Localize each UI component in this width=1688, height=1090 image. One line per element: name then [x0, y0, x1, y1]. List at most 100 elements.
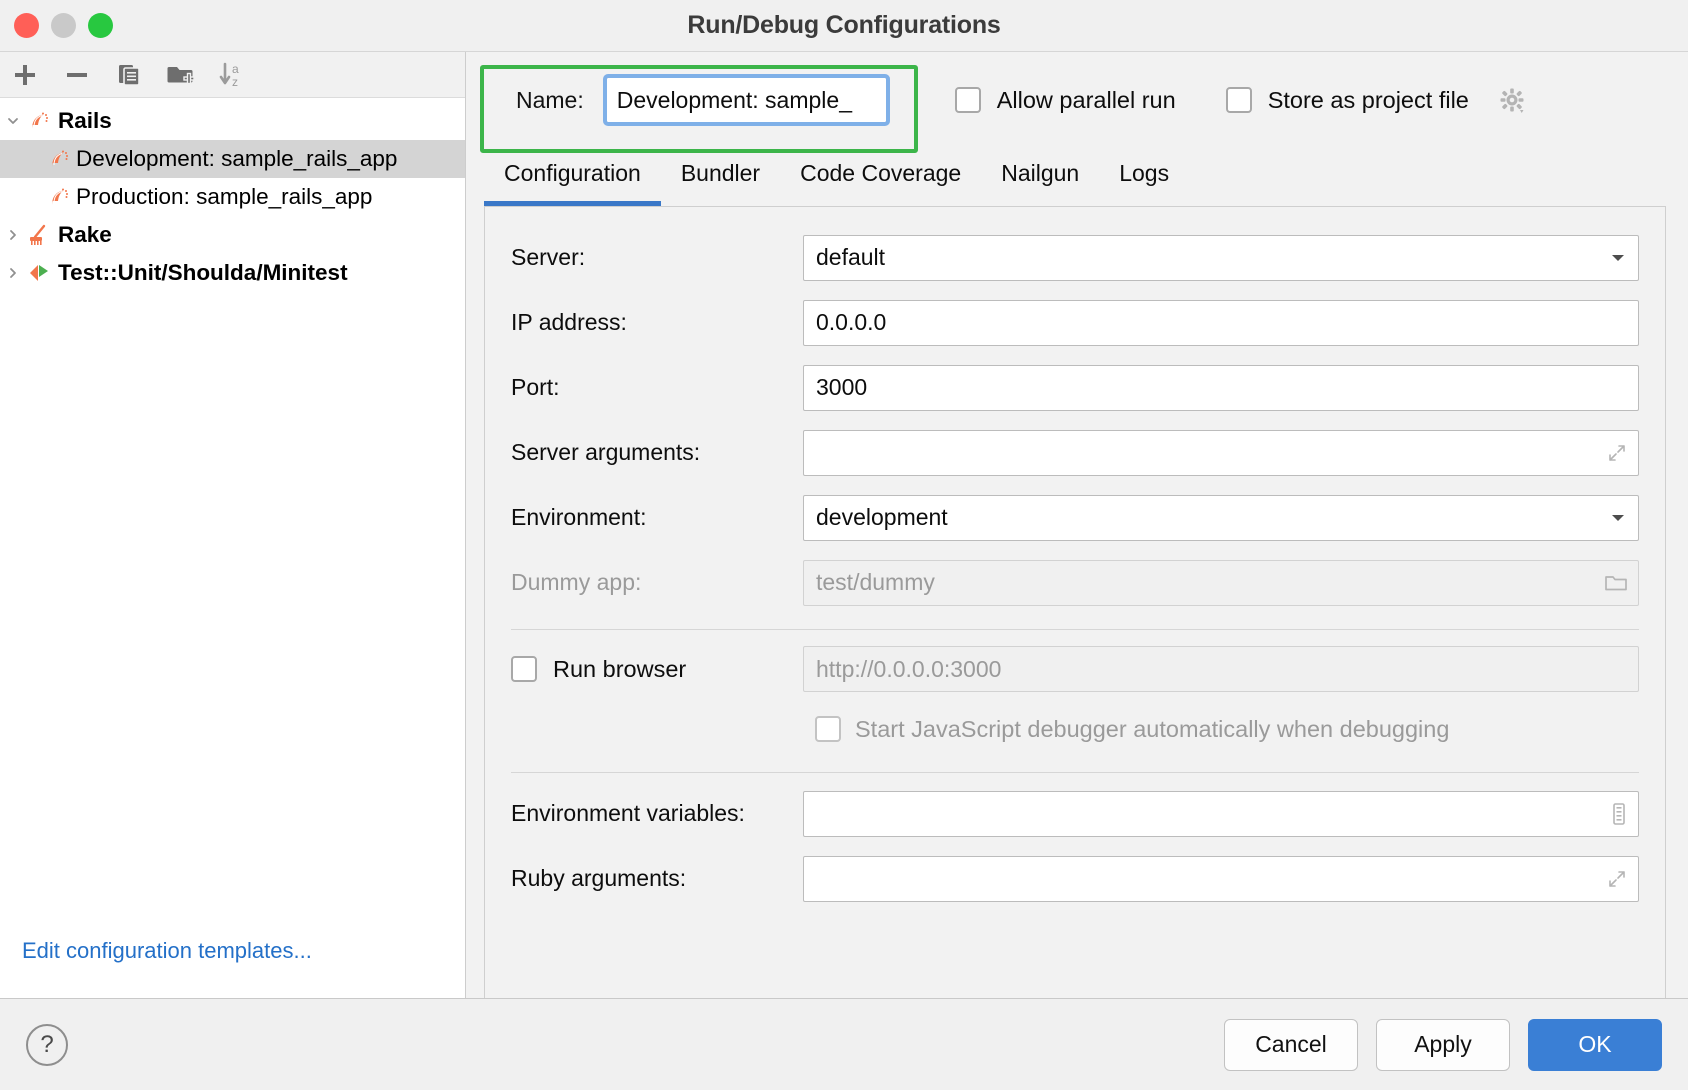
tree-item-rails[interactable]: Rails	[0, 102, 465, 140]
ip-address-label: IP address:	[511, 309, 803, 336]
store-as-project-file-checkbox[interactable]	[1226, 87, 1252, 113]
ruby-arguments-row: Ruby arguments:	[511, 846, 1639, 911]
start-js-debugger-label: Start JavaScript debugger automatically …	[855, 716, 1449, 743]
new-folder-button[interactable]	[166, 60, 196, 90]
chevron-down-icon[interactable]	[1608, 511, 1628, 525]
copy-configuration-button[interactable]	[114, 60, 144, 90]
ip-address-input[interactable]: 0.0.0.0	[803, 300, 1639, 346]
expand-icon[interactable]	[1606, 442, 1628, 464]
server-select[interactable]: default	[803, 235, 1639, 281]
rails-icon	[44, 184, 74, 210]
add-configuration-button[interactable]	[10, 60, 40, 90]
tab-code-coverage[interactable]: Code Coverage	[780, 160, 981, 206]
rails-icon	[44, 146, 74, 172]
sort-az-icon: a z	[218, 61, 248, 89]
svg-text:a: a	[232, 62, 239, 76]
dummy-app-input: test/dummy	[803, 560, 1639, 606]
zoom-button[interactable]	[88, 13, 113, 38]
tree-item-test-unit-shoulda-minitest[interactable]: Test::Unit/Shoulda/Minitest	[0, 254, 465, 292]
cancel-button[interactable]: Cancel	[1224, 1019, 1358, 1071]
remove-configuration-button[interactable]	[62, 60, 92, 90]
store-as-project-file-settings-button[interactable]	[1497, 85, 1527, 115]
run-browser-label: Run browser	[553, 656, 686, 683]
server-arguments-label: Server arguments:	[511, 439, 803, 466]
dialog-footer: ? Cancel Apply OK	[0, 998, 1688, 1090]
sort-configurations-button[interactable]: a z	[218, 60, 248, 90]
start-js-debugger-option: Start JavaScript debugger automatically …	[803, 716, 1449, 743]
tree-item-label: Development: sample_rails_app	[76, 146, 397, 172]
environment-value: development	[816, 504, 948, 531]
environment-label: Environment:	[511, 504, 803, 531]
allow-parallel-run-checkbox[interactable]	[955, 87, 981, 113]
run-browser-option[interactable]: Run browser	[511, 656, 803, 683]
run-browser-row: Run browser http://0.0.0.0:3000	[511, 638, 1639, 700]
expand-icon[interactable]	[1606, 868, 1628, 890]
port-value: 3000	[816, 374, 867, 401]
dialog-buttons: Cancel Apply OK	[1224, 1019, 1662, 1071]
ip-address-value: 0.0.0.0	[816, 309, 886, 336]
configuration-panel: Name: Development: sample_ Allow paralle…	[466, 52, 1688, 998]
start-js-debugger-checkbox	[815, 716, 841, 742]
environment-variables-label: Environment variables:	[511, 800, 803, 827]
minimize-button[interactable]	[51, 13, 76, 38]
tab-configuration[interactable]: Configuration	[484, 160, 661, 206]
chevron-down-icon[interactable]	[1608, 251, 1628, 265]
dummy-app-value: test/dummy	[816, 569, 935, 596]
ip-address-row: IP address: 0.0.0.0	[511, 290, 1639, 355]
environment-row: Environment: development	[511, 485, 1639, 550]
tab-bundler[interactable]: Bundler	[661, 160, 780, 206]
chevron-right-icon[interactable]	[2, 228, 24, 242]
help-button[interactable]: ?	[26, 1024, 68, 1066]
tree-item-development-sample-rails-app[interactable]: Development: sample_rails_app	[0, 140, 465, 178]
tree-item-label: Rake	[58, 222, 112, 248]
store-as-project-file-option[interactable]: Store as project file	[1226, 85, 1527, 115]
server-arguments-row: Server arguments:	[511, 420, 1639, 485]
folder-icon	[1604, 573, 1628, 593]
tree-item-rake[interactable]: Rake	[0, 216, 465, 254]
name-input[interactable]: Development: sample_	[606, 77, 887, 123]
configuration-tabs[interactable]: Configuration Bundler Code Coverage Nail…	[466, 148, 1688, 206]
test-icon	[24, 260, 54, 286]
start-js-debugger-row: Start JavaScript debugger automatically …	[511, 700, 1639, 758]
configuration-form: Server: default IP address: 0.0.0.0	[484, 206, 1666, 998]
dummy-app-row: Dummy app: test/dummy	[511, 550, 1639, 615]
tree-item-label: Rails	[58, 108, 112, 134]
rails-icon	[24, 108, 54, 134]
configurations-tree[interactable]: Rails Development: sample_rails_app	[0, 98, 465, 998]
new-folder-icon	[167, 62, 195, 88]
sidebar-toolbar: a z	[0, 52, 465, 98]
list-icon[interactable]	[1610, 802, 1628, 826]
ok-button[interactable]: OK	[1528, 1019, 1662, 1071]
title-bar: Run/Debug Configurations	[0, 0, 1688, 52]
server-row: Server: default	[511, 225, 1639, 290]
tab-logs[interactable]: Logs	[1099, 160, 1189, 206]
ruby-arguments-input[interactable]	[803, 856, 1639, 902]
run-browser-url-value: http://0.0.0.0:3000	[816, 656, 1001, 683]
gear-icon	[1497, 85, 1527, 115]
divider	[511, 629, 1639, 630]
tab-nailgun[interactable]: Nailgun	[981, 160, 1099, 206]
server-arguments-input[interactable]	[803, 430, 1639, 476]
plus-icon	[12, 62, 38, 88]
environment-variables-input[interactable]	[803, 791, 1639, 837]
run-browser-checkbox[interactable]	[511, 656, 537, 682]
environment-select[interactable]: development	[803, 495, 1639, 541]
tree-item-production-sample-rails-app[interactable]: Production: sample_rails_app	[0, 178, 465, 216]
port-input[interactable]: 3000	[803, 365, 1639, 411]
port-label: Port:	[511, 374, 803, 401]
dialog-body: a z	[0, 52, 1688, 998]
server-label: Server:	[511, 244, 803, 271]
tree-item-label: Production: sample_rails_app	[76, 184, 372, 210]
svg-text:z: z	[232, 75, 238, 89]
chevron-down-icon[interactable]	[2, 114, 24, 128]
allow-parallel-run-option[interactable]: Allow parallel run	[955, 87, 1176, 114]
close-button[interactable]	[14, 13, 39, 38]
apply-button[interactable]: Apply	[1376, 1019, 1510, 1071]
edit-configuration-templates-link[interactable]: Edit configuration templates...	[22, 938, 312, 964]
chevron-right-icon[interactable]	[2, 266, 24, 280]
configurations-sidebar: a z	[0, 52, 466, 998]
port-row: Port: 3000	[511, 355, 1639, 420]
allow-parallel-run-label: Allow parallel run	[997, 87, 1176, 114]
name-label: Name:	[516, 87, 584, 114]
tree-item-label: Test::Unit/Shoulda/Minitest	[58, 260, 348, 286]
